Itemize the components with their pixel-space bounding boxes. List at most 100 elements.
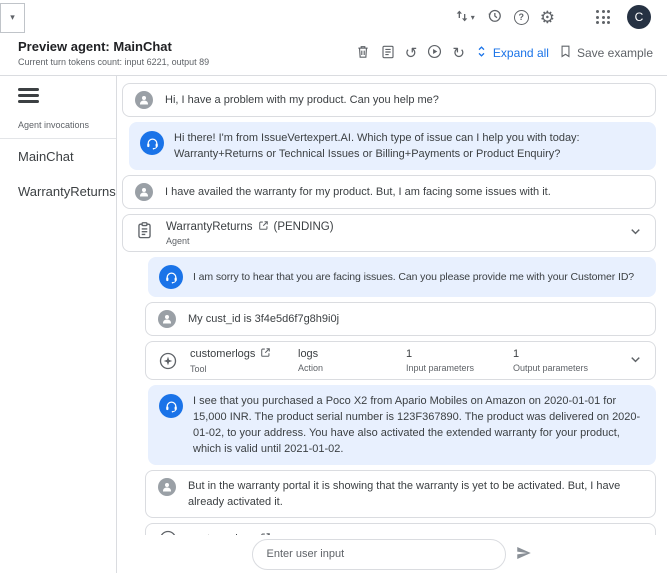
agent-headset-icon [159, 394, 183, 418]
redo-icon: ↻ [452, 44, 465, 62]
help-button[interactable]: ? [513, 9, 529, 25]
header-titles: Preview agent: MainChat Current turn tok… [18, 39, 209, 67]
chevron-down-icon: ▾ [470, 12, 475, 22]
unfold-more-icon [474, 44, 489, 62]
user-message-card: Hi, I have a problem with my product. Ca… [122, 83, 656, 117]
tool-input-label: Input parameters [406, 363, 475, 373]
agent-message-card: Hi there! I'm from IssueVertexpert.AI. W… [129, 122, 656, 170]
tool-action-label: Action [298, 363, 324, 373]
sidebar-section-label: Agent invocations [18, 119, 90, 130]
expand-card-button[interactable] [626, 222, 645, 244]
gear-icon: ⚙ [539, 7, 555, 27]
top-bar: ▾ ▾ ? ⚙ C [0, 0, 667, 34]
tool-title-row: customerlogs [190, 347, 298, 361]
chevron-down-icon: ▾ [10, 12, 15, 22]
swap-vert-icon [454, 8, 470, 27]
tool-output-label: Output parameters [513, 363, 589, 373]
clipboard-list-icon [380, 44, 396, 63]
agent-message-card: I see that you purchased a Poco X2 from … [148, 385, 656, 465]
tool-output-column: 1 Output parameters [513, 348, 626, 373]
chat-panel: Hi, I have a problem with my product. Ca… [117, 76, 667, 573]
account-avatar[interactable]: C [627, 5, 651, 29]
composer-bar [117, 535, 667, 573]
agent-invocation-card[interactable]: WarrantyReturns (PENDING) Agent [122, 214, 656, 252]
help-icon: ? [513, 9, 529, 25]
message-text: My cust_id is 3f4e5d6f7g8h9i0j [188, 313, 340, 325]
trash-icon [355, 44, 371, 63]
settings-button[interactable]: ⚙ [540, 9, 555, 26]
sidebar-item-warrantyreturns[interactable]: WarrantyReturns [0, 174, 116, 209]
menu-button[interactable] [18, 88, 39, 107]
message-text: I am sorry to hear that you are facing i… [193, 271, 635, 283]
history-icon [486, 7, 503, 27]
top-left-dropdown[interactable]: ▾ [0, 2, 25, 33]
agent-message-card: I am sorry to hear that you are facing i… [148, 257, 656, 297]
play-button[interactable] [426, 43, 443, 63]
sidebar-item-mainchat[interactable]: MainChat [0, 139, 116, 174]
tool-input-column: 1 Input parameters [406, 348, 513, 373]
user-message-card: I have availed the warranty for my produ… [122, 175, 656, 209]
tool-call-card[interactable]: customerlogs Tool logs Action 1 Input pa… [145, 341, 656, 380]
message-text: Hi, I have a problem with my product. Ca… [165, 94, 439, 106]
expand-card-button[interactable] [626, 350, 645, 372]
message-text: I see that you purchased a Poco X2 from … [193, 395, 641, 455]
expand-all-label: Expand all [492, 46, 549, 60]
tool-name-column: customerlogs Tool [190, 347, 298, 374]
invocation-info: WarrantyReturns (PENDING) Agent [166, 220, 614, 246]
invocation-title-row: WarrantyReturns (PENDING) [166, 220, 614, 234]
user-person-icon [135, 183, 153, 201]
apps-button[interactable] [566, 10, 610, 24]
tool-output-value: 1 [513, 348, 520, 360]
apps-grid-icon [596, 10, 610, 24]
agent-headset-icon [140, 131, 164, 155]
invocations-sidebar: Agent invocations MainChat WarrantyRetur… [0, 76, 117, 573]
tool-action-column: logs Action [298, 348, 406, 373]
expand-all-button[interactable]: Expand all [474, 44, 549, 62]
tool-role: Tool [190, 364, 207, 374]
app-window: ▾ ▾ ? ⚙ C Preview agent: MainChat Curren… [0, 0, 667, 573]
top-actions: ▾ ? ⚙ C [454, 5, 667, 29]
user-person-icon [158, 310, 176, 328]
bookmark-icon [558, 44, 573, 62]
header-actions: ↺ ↻ Expand all Save example [355, 43, 653, 63]
user-person-icon [158, 478, 176, 496]
send-icon [515, 544, 533, 565]
user-input-field[interactable] [251, 538, 506, 570]
undo-button[interactable]: ↺ [405, 46, 418, 61]
open-in-new-icon[interactable] [258, 220, 269, 234]
invocation-name: WarrantyReturns [166, 221, 253, 233]
invocation-status: (PENDING) [273, 221, 334, 233]
tool-icon [158, 351, 178, 371]
agent-headset-icon [159, 265, 183, 289]
invocation-role: Agent [166, 236, 190, 246]
tool-action-value: logs [298, 348, 319, 360]
history-button[interactable] [486, 7, 503, 27]
message-text: I have availed the warranty for my produ… [165, 186, 551, 198]
play-circle-icon [426, 43, 443, 63]
undo-icon: ↺ [404, 44, 418, 62]
token-count-subtitle: Current turn tokens count: input 6221, o… [18, 57, 210, 67]
chevron-down-icon [628, 352, 643, 370]
save-example-button[interactable]: Save example [558, 44, 653, 62]
tool-input-value: 1 [406, 348, 413, 360]
message-text: Hi there! I'm from IssueVertexpert.AI. W… [174, 132, 580, 160]
user-message-card: But in the warranty portal it is showing… [145, 470, 656, 518]
message-list: Hi, I have a problem with my product. Ca… [117, 76, 667, 573]
user-message-card: My cust_id is 3f4e5d6f7g8h9i0j [145, 302, 656, 336]
tool-name: customerlogs [190, 348, 256, 360]
hamburger-icon [18, 88, 39, 103]
transcript-button[interactable] [380, 44, 396, 63]
redo-button[interactable]: ↻ [452, 46, 465, 61]
clipboard-icon [135, 221, 154, 245]
save-example-label: Save example [576, 46, 653, 60]
open-in-new-icon[interactable] [260, 347, 271, 361]
delete-conversation-button[interactable] [355, 44, 371, 63]
message-text: But in the warranty portal it is showing… [188, 480, 621, 508]
page-title: Preview agent: MainChat [18, 39, 172, 54]
user-person-icon [135, 91, 153, 109]
preview-header: Preview agent: MainChat Current turn tok… [0, 34, 667, 76]
content-area: Agent invocations MainChat WarrantyRetur… [0, 76, 667, 573]
sort-order-button[interactable]: ▾ [454, 8, 475, 27]
chevron-down-icon [628, 224, 643, 242]
send-button[interactable] [515, 544, 533, 565]
